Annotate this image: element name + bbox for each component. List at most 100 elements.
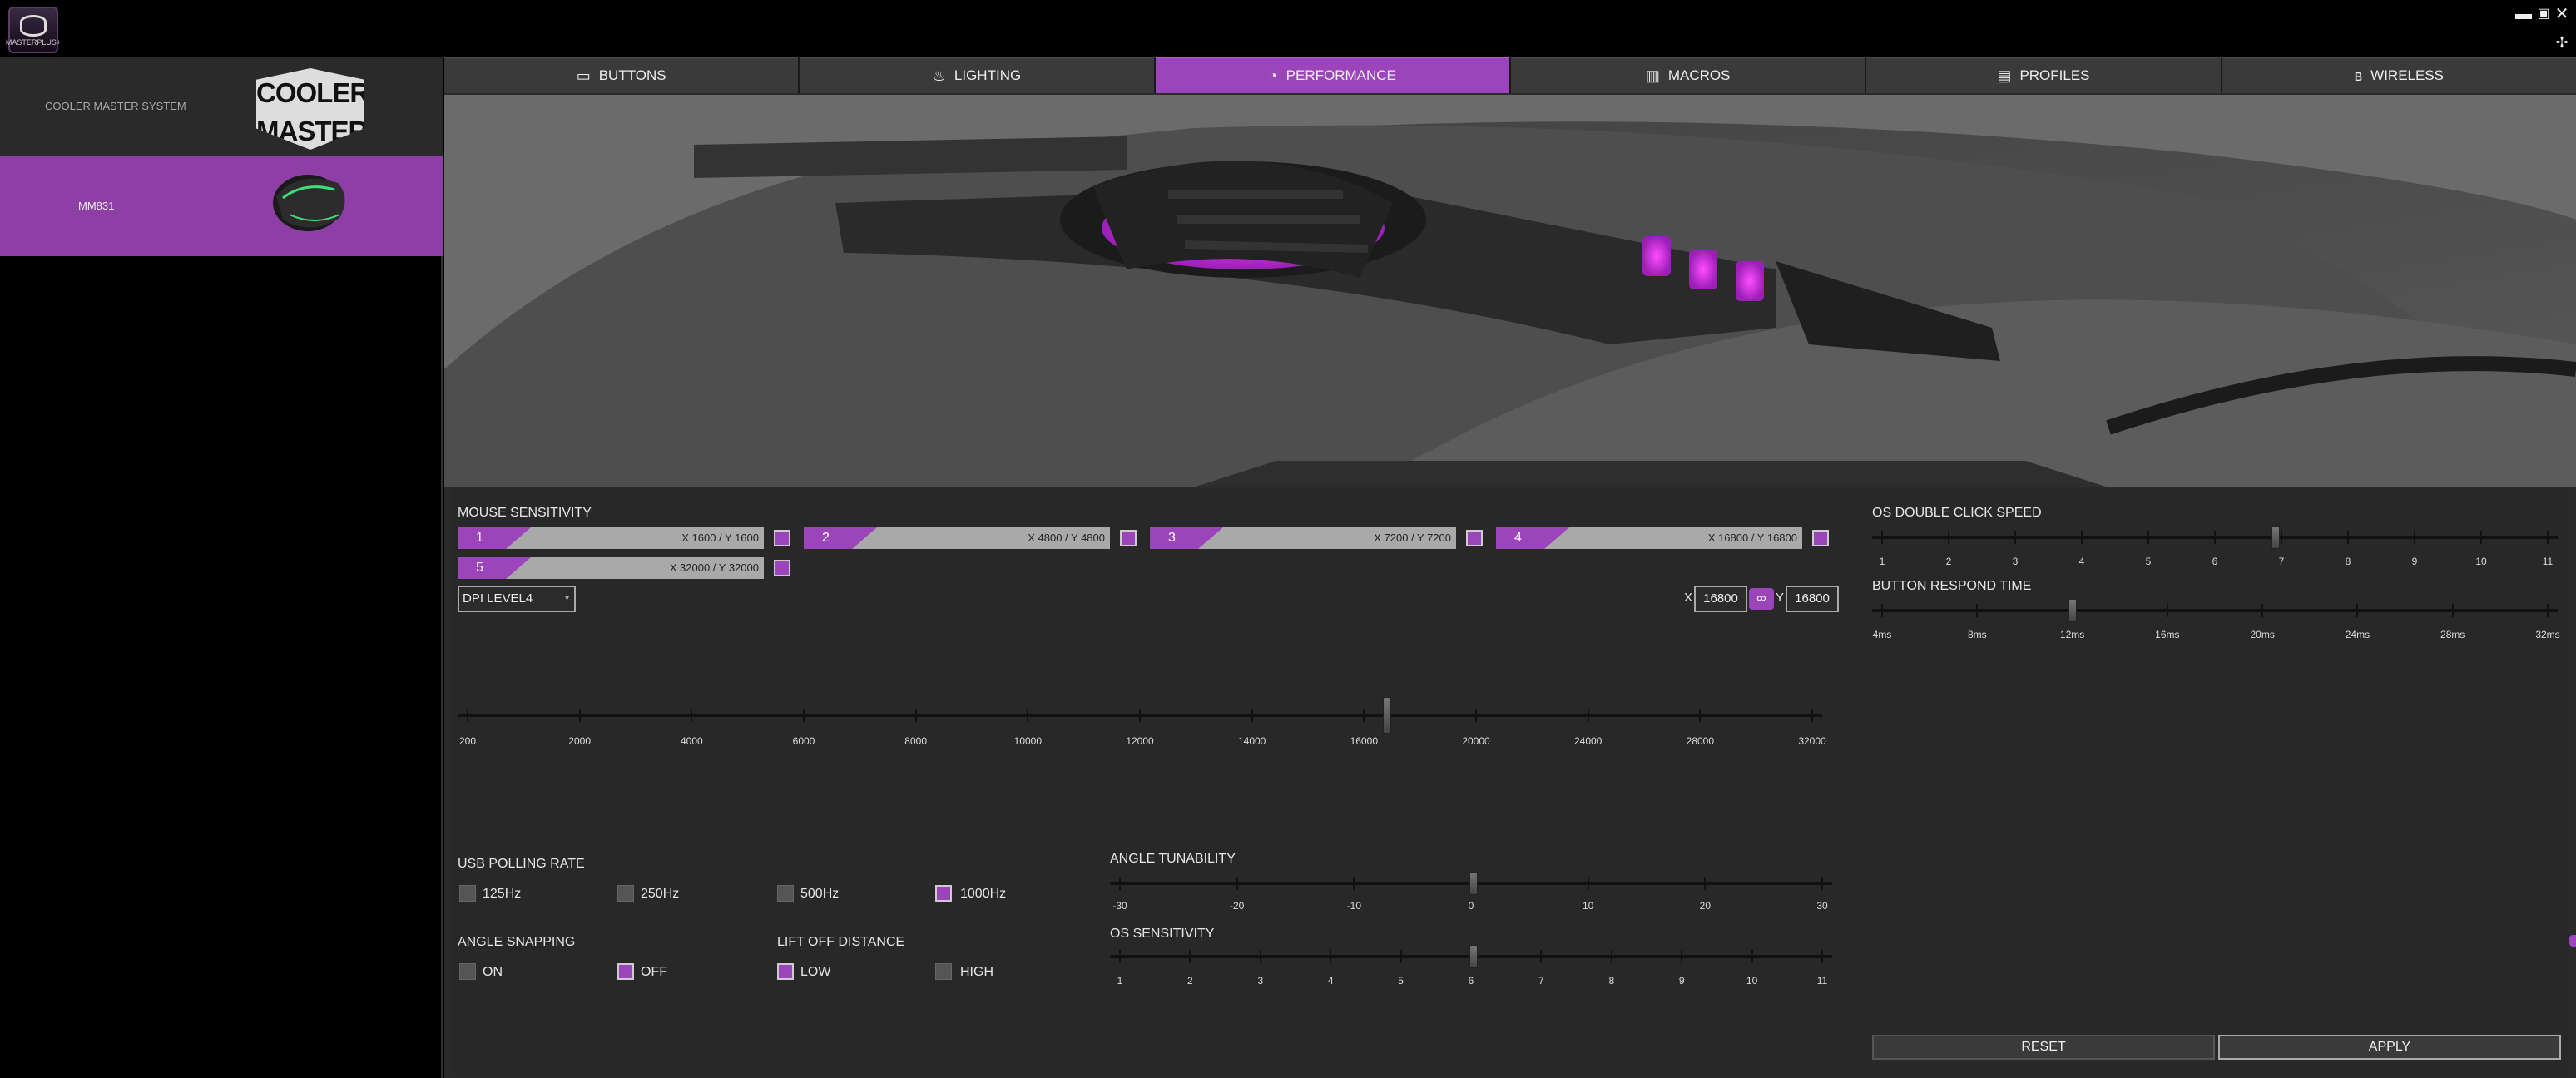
sidebar-item-cooler-master-system[interactable]: COOLER MASTER SYSTEM COOLER MASTER (0, 57, 443, 156)
slider-tick-label: 8 (2345, 556, 2351, 567)
slider-tick-label: 9 (2411, 556, 2418, 567)
lift-off-option-label: LOW (800, 965, 831, 979)
dpi-level-4[interactable]: 4 X 16800 / Y 16800 (1496, 527, 1802, 549)
slider-tick (2347, 531, 2349, 544)
y-axis-label: Y (1776, 591, 1785, 605)
tab-label: PROFILES (2019, 67, 2090, 83)
dpi-level-5[interactable]: 5 X 32000 / Y 32000 (458, 557, 764, 579)
slider-tick-label: 5 (2145, 556, 2152, 567)
cooler-master-logo: COOLER MASTER (256, 68, 364, 150)
chevron-down-icon: ▾ (564, 594, 569, 603)
angle-snapping-off-checkbox[interactable] (617, 963, 634, 980)
slider-tick (2356, 604, 2359, 617)
slider-tick-label: 4ms (1872, 629, 1892, 640)
tab-macros[interactable]: ▥ MACROS (1510, 57, 1865, 93)
slider-tick-label: 7 (2278, 556, 2285, 567)
maximize-icon[interactable]: ▣ (2534, 5, 2553, 23)
tab-profiles[interactable]: ▤ PROFILES (1866, 57, 2221, 93)
slider-tick-label: 24ms (2345, 629, 2370, 640)
slider-tick (1881, 531, 1883, 544)
dpi-level-1[interactable]: 1 X 1600 / Y 1600 (458, 527, 764, 549)
slider-tick (1540, 950, 1543, 963)
link-icon[interactable]: ∞ (1749, 588, 1774, 610)
mouse-thumbnail-icon (273, 175, 345, 231)
slider-tick-label: 10 (1582, 900, 1594, 912)
dpi-color-swatch-1[interactable] (774, 530, 790, 546)
polling-250hz-checkbox[interactable] (617, 885, 634, 902)
sidebar-item-mm831[interactable]: MM831 (0, 156, 443, 256)
slider-tick (1189, 950, 1191, 963)
dpi-level-2[interactable]: 2 X 4800 / Y 4800 (804, 527, 1110, 549)
slider-tick (1704, 877, 1707, 890)
slider-tick (1330, 950, 1332, 963)
angle-snapping-on-checkbox[interactable] (459, 963, 476, 980)
os-double-click-speed-title: OS DOUBLE CLICK SPEED (1872, 506, 2042, 520)
button-respond-time-handle[interactable] (2068, 599, 2077, 622)
double-click-speed-handle[interactable] (2271, 526, 2280, 549)
dpi-slider-handle[interactable] (1383, 697, 1391, 734)
close-icon[interactable]: ✕ (2553, 5, 2571, 23)
slider-tick (803, 709, 805, 722)
dpi-level-number: 1 (458, 527, 531, 549)
slider-tick-label: 20ms (2250, 629, 2275, 640)
slider-tick (2414, 531, 2415, 544)
slider-tick (2451, 604, 2454, 617)
slider-tick (1751, 950, 1753, 963)
polling-option-label: 125Hz (483, 887, 522, 901)
y-dpi-input[interactable]: 16800 (1786, 586, 1839, 612)
slider-tick (1699, 709, 1702, 722)
performance-panel: MOUSE SENSITIVITY 1X 1600 / Y 1600 2X 48… (451, 489, 2569, 1076)
slider-tick-label: 2 (1187, 975, 1193, 987)
slider-tick-label: 3 (2012, 556, 2019, 567)
polling-125hz-checkbox[interactable] (459, 885, 476, 902)
tab-buttons[interactable]: ▭ BUTTONS (444, 57, 799, 93)
lift-off-high-checkbox[interactable] (935, 963, 952, 980)
dpi-color-swatch-3[interactable] (1466, 530, 1483, 546)
slider-tick-label: 4 (1327, 975, 1334, 987)
polling-1000hz-checkbox[interactable] (935, 885, 952, 902)
pin-icon[interactable]: ✢ (2553, 33, 2571, 52)
tab-performance[interactable]: ◔ PERFORMANCE (1155, 57, 1509, 93)
dpi-color-swatch-4[interactable] (1812, 530, 1829, 546)
button-respond-time-title: BUTTON RESPOND TIME (1872, 579, 2032, 593)
slider-tick (914, 709, 917, 722)
tab-label: BUTTONS (598, 67, 666, 83)
slider-tick (1119, 950, 1121, 963)
tab-wireless[interactable]: ʙ WIRELESS (2222, 57, 2576, 93)
slider-tick (2081, 531, 2083, 544)
slider-tick (1587, 877, 1589, 890)
slider-tick-label: -10 (1346, 900, 1361, 912)
slider-tick-label: 4 (2078, 556, 2085, 567)
slider-tick (1610, 950, 1612, 963)
slider-tick-label: 1 (1879, 556, 1885, 567)
slider-tick (1881, 604, 1883, 617)
sidebar-item-label: COOLER MASTER SYSTEM (45, 100, 186, 112)
slider-tick-label: 6 (1468, 975, 1474, 987)
usb-polling-rate-title: USB POLLING RATE (458, 857, 585, 871)
slider-tick-label: 8 (1608, 975, 1615, 987)
reset-button[interactable]: RESET (1872, 1035, 2215, 1060)
slider-tick-label: 14000 (1237, 735, 1266, 747)
x-dpi-input[interactable]: 16800 (1694, 586, 1747, 612)
dpi-color-swatch-2[interactable] (1120, 530, 1137, 546)
dpi-level-3[interactable]: 3 X 7200 / Y 7200 (1150, 527, 1456, 549)
angle-tunability-handle[interactable] (1469, 872, 1478, 895)
apply-button[interactable]: APPLY (2218, 1035, 2561, 1060)
os-sensitivity-handle[interactable] (1469, 945, 1478, 968)
masterplus-app-icon[interactable]: MASTERPLUS+ (6, 7, 61, 53)
tab-lighting[interactable]: ♨ LIGHTING (800, 57, 1154, 93)
button-respond-time-track[interactable] (1872, 609, 2558, 612)
profile-icon: ▤ (1997, 67, 2012, 84)
slider-tick-label: 20000 (1462, 735, 1490, 747)
dpi-level-select[interactable]: DPI LEVEL4 ▾ (458, 586, 576, 612)
minimize-icon[interactable]: ▬ (2514, 5, 2533, 23)
slider-tick-label: 16ms (2155, 629, 2180, 640)
slider-tick (1399, 950, 1402, 963)
polling-500hz-checkbox[interactable] (777, 885, 794, 902)
mouse-icon: ▭ (576, 67, 591, 84)
slider-tick-label: 16000 (1350, 735, 1379, 747)
lift-off-low-checkbox[interactable] (777, 963, 794, 980)
dpi-color-swatch-5[interactable] (774, 560, 790, 576)
dpi-level-value: X 32000 / Y 32000 (669, 561, 759, 574)
slider-tick-label: 11 (1816, 975, 1828, 987)
